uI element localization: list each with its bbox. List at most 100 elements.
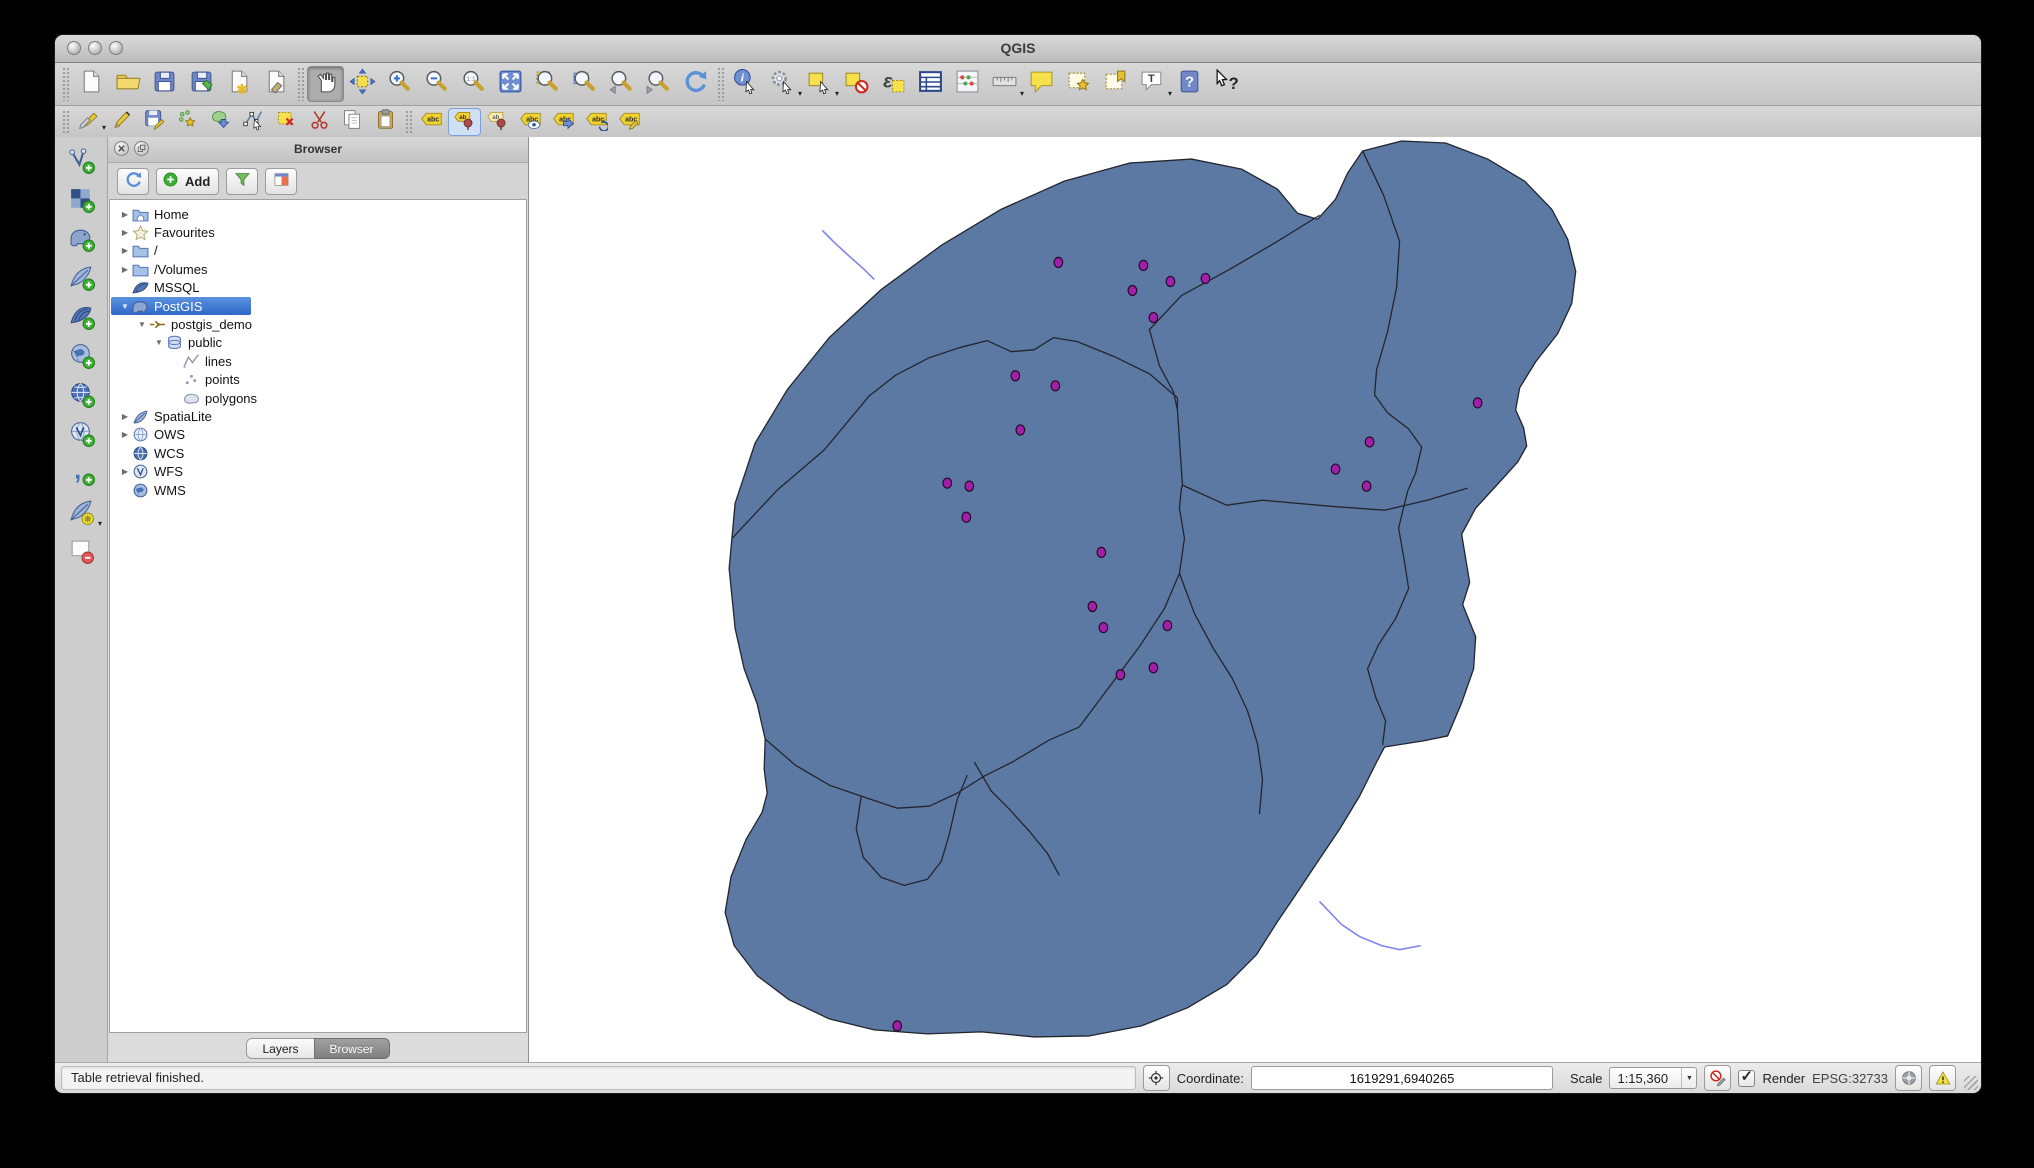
tree-item-ows[interactable]: ▶OWS bbox=[110, 426, 526, 444]
dropdown-arrow-icon[interactable]: ▾ bbox=[98, 519, 102, 528]
extent-toggle-button[interactable] bbox=[1143, 1065, 1170, 1091]
scale-combobox[interactable]: 1:15,360 ▼ bbox=[1609, 1067, 1697, 1089]
text-annotation-button[interactable]: T▾ bbox=[1134, 66, 1171, 102]
current-edits-button[interactable]: ▾ bbox=[72, 108, 105, 136]
select-features-button[interactable]: ▾ bbox=[801, 66, 838, 102]
point-feature[interactable] bbox=[1149, 663, 1158, 673]
zoom-to-selection-button[interactable] bbox=[529, 66, 566, 102]
tree-item-wfs[interactable]: ▶WFS bbox=[110, 462, 526, 480]
save-project-as-button[interactable] bbox=[183, 66, 220, 102]
deselect-features-button[interactable] bbox=[838, 66, 875, 102]
select-by-expression-button[interactable]: ε bbox=[875, 66, 912, 102]
cut-features-button[interactable] bbox=[303, 108, 336, 136]
toolbar-handle[interactable] bbox=[297, 67, 304, 101]
field-calculator-button[interactable] bbox=[949, 66, 986, 102]
toolbar-handle[interactable] bbox=[62, 110, 69, 134]
toolbar-handle[interactable] bbox=[62, 67, 69, 101]
toolbar-handle[interactable] bbox=[717, 67, 724, 101]
highlight-pinned-labels-button[interactable]: ab bbox=[481, 108, 514, 136]
tree-item-points[interactable]: points bbox=[110, 371, 526, 389]
paste-features-button[interactable] bbox=[369, 108, 402, 136]
properties-widget-button[interactable] bbox=[265, 168, 297, 195]
close-panel-button[interactable] bbox=[114, 141, 129, 156]
map-canvas[interactable] bbox=[529, 137, 1981, 1063]
tree-item-volumes[interactable]: ▶/Volumes bbox=[110, 260, 526, 278]
run-feature-action-button[interactable]: ▾ bbox=[764, 66, 801, 102]
point-feature[interactable] bbox=[1163, 621, 1172, 631]
show-bookmarks-button[interactable] bbox=[1097, 66, 1134, 102]
minimize-window-button[interactable] bbox=[88, 41, 102, 55]
expander-open-icon[interactable]: ▼ bbox=[118, 302, 132, 311]
add-raster-layer-button[interactable] bbox=[61, 184, 101, 220]
labeling-button[interactable]: abc bbox=[415, 108, 448, 136]
zoom-last-button[interactable] bbox=[603, 66, 640, 102]
log-messages-button[interactable] bbox=[1929, 1065, 1956, 1091]
new-print-composer-button[interactable]: ✱ bbox=[220, 66, 257, 102]
float-panel-button[interactable] bbox=[134, 141, 149, 156]
open-attribute-table-button[interactable] bbox=[912, 66, 949, 102]
add-delimited-text-layer-button[interactable]: , bbox=[61, 457, 101, 493]
save-layer-edits-button[interactable] bbox=[138, 108, 171, 136]
point-feature[interactable] bbox=[943, 478, 952, 488]
zoom-in-button[interactable] bbox=[381, 66, 418, 102]
point-feature[interactable] bbox=[1473, 398, 1482, 408]
coordinate-input[interactable] bbox=[1251, 1066, 1553, 1090]
refresh-map-button[interactable] bbox=[677, 66, 714, 102]
help-button[interactable]: ? bbox=[1171, 66, 1208, 102]
expander-closed-icon[interactable]: ▶ bbox=[118, 412, 132, 421]
tree-item-spatialite[interactable]: ▶SpatiaLite bbox=[110, 407, 526, 425]
measure-button[interactable]: ▾ bbox=[986, 66, 1023, 102]
save-project-button[interactable] bbox=[146, 66, 183, 102]
point-feature[interactable] bbox=[1016, 425, 1025, 435]
tab-browser[interactable]: Browser bbox=[314, 1038, 390, 1059]
new-bookmark-button[interactable] bbox=[1060, 66, 1097, 102]
point-feature[interactable] bbox=[1116, 670, 1125, 680]
tree-item-postgis-demo[interactable]: ▼postgis_demo bbox=[110, 315, 526, 333]
new-project-button[interactable] bbox=[72, 66, 109, 102]
node-tool-button[interactable] bbox=[237, 108, 270, 136]
tree-item-lines[interactable]: lines bbox=[110, 352, 526, 370]
resize-grip[interactable] bbox=[1964, 1076, 1978, 1090]
composer-manager-button[interactable] bbox=[257, 66, 294, 102]
change-label-button[interactable]: abc bbox=[613, 108, 646, 136]
point-feature[interactable] bbox=[1365, 437, 1374, 447]
identify-features-button[interactable]: i bbox=[727, 66, 764, 102]
tree-item-polygons[interactable]: polygons bbox=[110, 389, 526, 407]
map-tips-button[interactable] bbox=[1023, 66, 1060, 102]
tree-item-wms[interactable]: WMS bbox=[110, 481, 526, 499]
tab-layers[interactable]: Layers bbox=[246, 1038, 313, 1059]
move-feature-button[interactable] bbox=[204, 108, 237, 136]
refresh-browser-button[interactable] bbox=[117, 168, 149, 195]
zoom-native-button[interactable]: 1:1 bbox=[455, 66, 492, 102]
rotate-label-button[interactable]: abc bbox=[580, 108, 613, 136]
point-feature[interactable] bbox=[1149, 313, 1158, 323]
filter-browser-button[interactable] bbox=[226, 168, 258, 195]
point-feature[interactable] bbox=[1097, 547, 1106, 557]
toolbar-handle[interactable] bbox=[405, 110, 412, 134]
add-selected-layers-button[interactable]: Add bbox=[156, 168, 219, 195]
point-feature[interactable] bbox=[1201, 273, 1210, 283]
point-feature[interactable] bbox=[1331, 464, 1340, 474]
point-feature[interactable] bbox=[1166, 276, 1175, 286]
add-vector-layer-button[interactable] bbox=[61, 145, 101, 181]
add-mssql-layer-button[interactable] bbox=[61, 301, 101, 337]
tree-item-postgis[interactable]: ▼PostGIS bbox=[110, 297, 526, 315]
stop-rendering-button[interactable] bbox=[1704, 1065, 1731, 1091]
add-postgis-layer-button[interactable] bbox=[61, 223, 101, 259]
toggle-editing-button[interactable] bbox=[105, 108, 138, 136]
zoom-full-button[interactable] bbox=[492, 66, 529, 102]
copy-features-button[interactable] bbox=[336, 108, 369, 136]
tree-item-home[interactable]: ▶Home bbox=[110, 205, 526, 223]
point-feature[interactable] bbox=[1139, 260, 1148, 270]
point-feature[interactable] bbox=[1362, 481, 1371, 491]
open-project-button[interactable] bbox=[109, 66, 146, 102]
whats-this-button[interactable]: ? bbox=[1208, 66, 1245, 102]
title-bar[interactable]: QGIS bbox=[55, 35, 1981, 63]
point-feature[interactable] bbox=[965, 481, 974, 491]
zoom-next-button[interactable] bbox=[640, 66, 677, 102]
expander-open-icon[interactable]: ▼ bbox=[152, 338, 166, 347]
expander-closed-icon[interactable]: ▶ bbox=[118, 228, 132, 237]
expander-closed-icon[interactable]: ▶ bbox=[118, 467, 132, 476]
delete-selected-button[interactable] bbox=[270, 108, 303, 136]
point-feature[interactable] bbox=[1088, 602, 1097, 612]
